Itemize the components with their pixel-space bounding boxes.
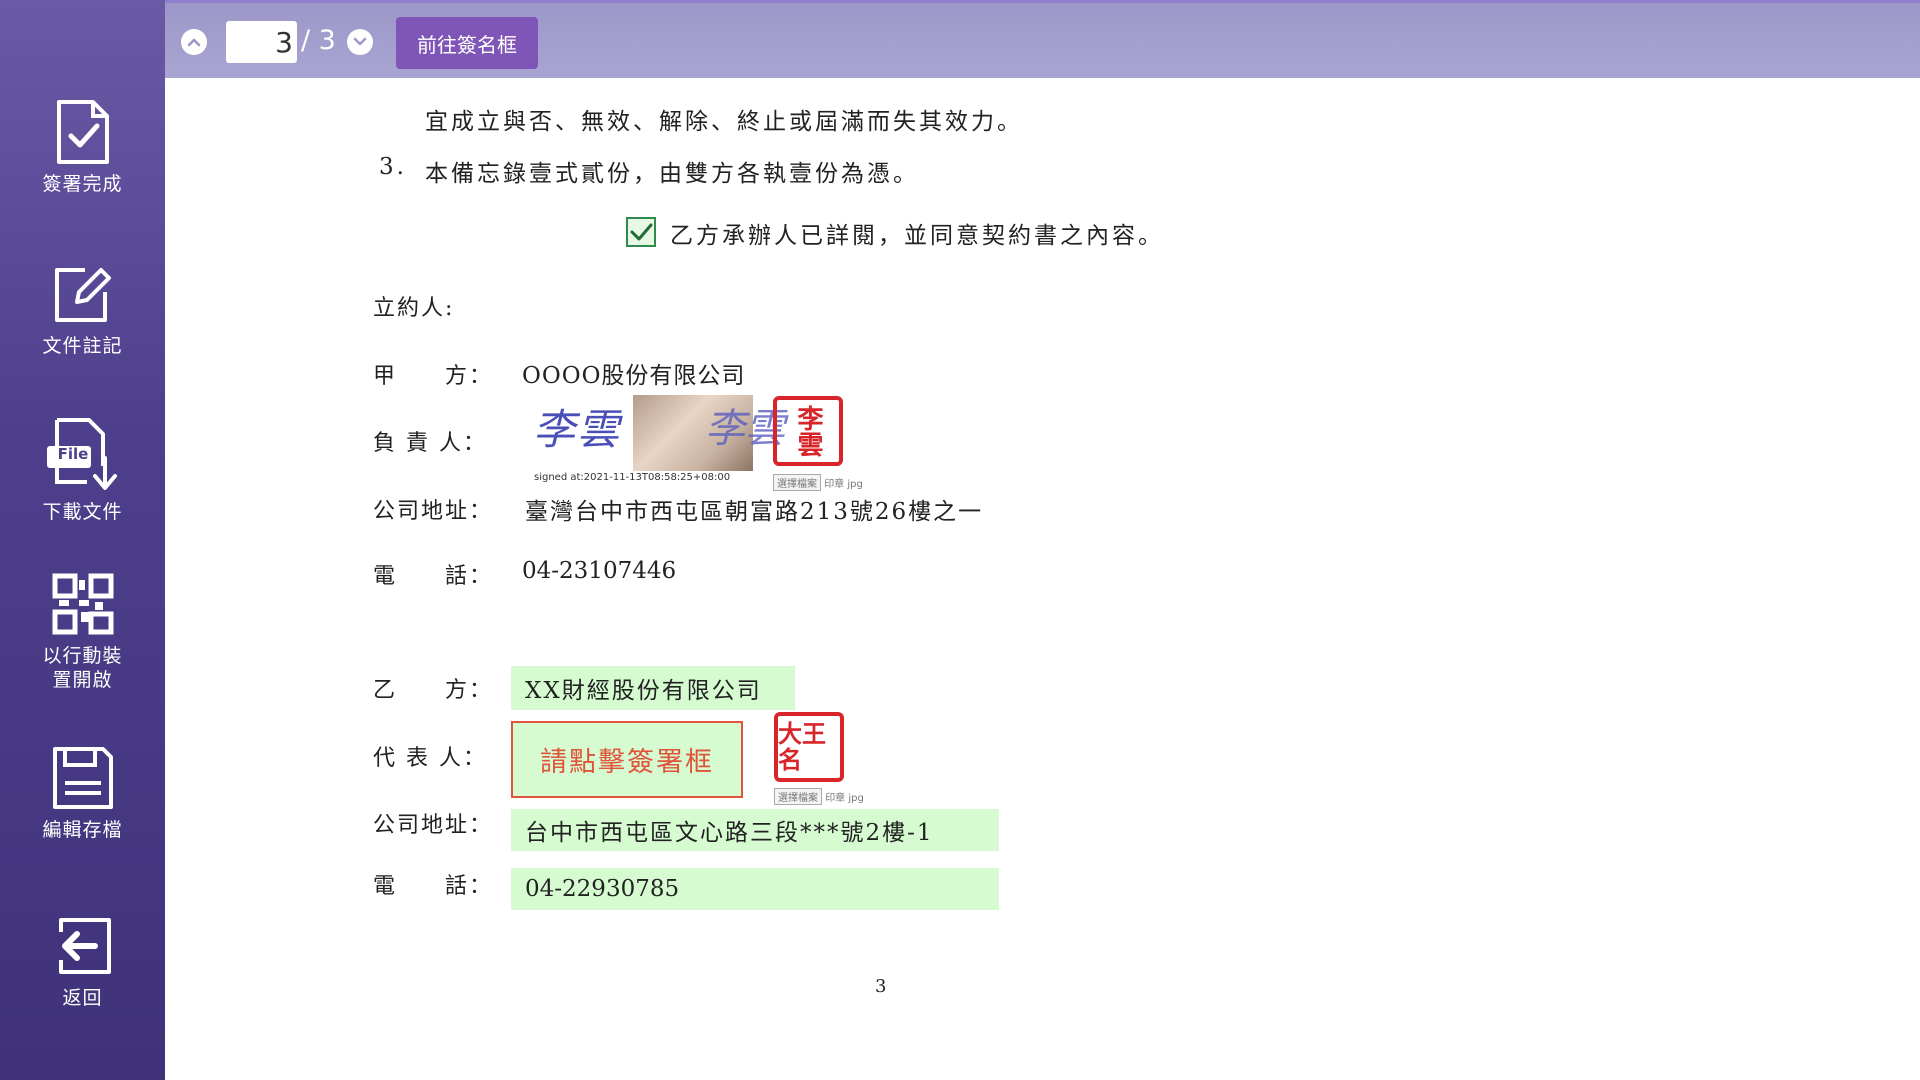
sidebar-item-download[interactable]: 下載文件 <box>0 416 165 524</box>
sidebar-item-document-note[interactable]: 文件註記 <box>0 258 165 358</box>
goto-signature-button[interactable]: 前往簽名框 <box>396 17 538 69</box>
party-b-name-field[interactable]: XX財經股份有限公司 <box>511 666 795 710</box>
sidebar-item-label: 返回 <box>62 987 103 1009</box>
sidebar-item-label: 簽署完成 <box>42 173 123 195</box>
party-a-seal: 李雲 <box>773 396 843 466</box>
party-a-seal-upload: 選擇檔案 印章 jpg <box>773 474 863 491</box>
sidebar-item-label-line2: 置開啟 <box>52 669 113 691</box>
party-b-phone-label: 電 話： <box>373 874 494 899</box>
seal-hint: 印章 jpg <box>825 793 864 804</box>
party-a-phone: 04-23107446 <box>522 558 677 584</box>
signed-at-timestamp: signed at:2021-11-13T08:58:25+08:00 <box>534 472 731 483</box>
party-a-name: OOOO股份有限公司 <box>522 363 746 389</box>
chevron-up-icon <box>187 38 201 47</box>
party-b-label: 乙 方： <box>373 678 494 703</box>
signature-box[interactable]: 請點擊簽署框 <box>511 721 743 798</box>
choose-file-button[interactable]: 選擇檔案 <box>773 474 821 491</box>
back-arrow-icon <box>47 910 119 982</box>
party-b-seal-upload: 選擇檔案 印章 jpg <box>774 788 864 805</box>
sidebar-item-label: 文件註記 <box>42 335 123 357</box>
file-badge: File <box>57 445 89 463</box>
seal-hint: 印章 jpg <box>824 479 863 490</box>
party-a-address-label: 公司地址： <box>373 499 494 524</box>
agree-checkbox[interactable] <box>626 217 656 247</box>
save-icon <box>47 742 119 814</box>
party-a-address: 臺灣台中市西屯區朝富路213號26樓之一 <box>525 499 984 525</box>
page-number: 3 <box>875 976 890 997</box>
prev-page-button[interactable] <box>181 29 207 55</box>
toolbar: / 3 前往簽名框 <box>165 0 1920 78</box>
chevron-down-icon <box>353 37 367 46</box>
next-page-button[interactable] <box>347 29 373 55</box>
sidebar-item-label-line1: 以行動裝 <box>42 645 123 667</box>
document-page: 宜成立與否、無效、解除、終止或屆滿而失其效力。 3. 本備忘錄壹式貳份，由雙方各… <box>165 78 1920 1080</box>
party-b-rep-label: 代 表 人： <box>373 746 487 771</box>
party-a-label: 甲 方： <box>373 364 494 389</box>
sidebar-item-sign-complete[interactable]: 簽署完成 <box>0 96 165 196</box>
page-number-input[interactable] <box>226 21 297 63</box>
party-a-rep-label: 負 責 人： <box>373 431 487 456</box>
qr-code-icon <box>47 568 119 640</box>
sidebar-item-back[interactable]: 返回 <box>0 910 165 1010</box>
choose-file-button[interactable]: 選擇檔案 <box>774 788 822 805</box>
party-b-address-label: 公司地址： <box>373 813 494 838</box>
sidebar-item-save[interactable]: 編輯存檔 <box>0 742 165 842</box>
party-b-phone-field[interactable]: 04-22930785 <box>511 868 999 910</box>
sidebar: 簽署完成 文件註記 下載文件 File 以行動裝 置開啟 編輯存檔 返回 <box>0 0 165 1080</box>
party-b-seal: 大王名 <box>774 712 844 782</box>
parties-heading: 立約人: <box>373 296 455 321</box>
sidebar-item-open-mobile[interactable]: 以行動裝 置開啟 <box>0 568 165 692</box>
sidebar-item-label: 下載文件 <box>42 501 123 523</box>
check-icon <box>630 223 653 241</box>
page-total: / 3 <box>301 25 336 56</box>
party-b-address-field[interactable]: 台中市西屯區文心路三段***號2樓-1 <box>511 809 999 851</box>
clause-text: 本備忘錄壹式貳份，由雙方各執壹份為憑。 <box>425 161 919 187</box>
sidebar-item-label: 編輯存檔 <box>42 819 123 841</box>
document-check-icon <box>47 96 119 168</box>
agree-text: 乙方承辦人已詳閱，並同意契約書之內容。 <box>670 223 1164 249</box>
party-a-phone-label: 電 話： <box>373 564 494 589</box>
text-line: 宜成立與否、無效、解除、終止或屆滿而失其效力。 <box>425 109 1023 135</box>
clause-number: 3. <box>379 154 407 180</box>
signature-image: 李雲 <box>533 405 622 454</box>
edit-note-icon <box>47 258 119 330</box>
